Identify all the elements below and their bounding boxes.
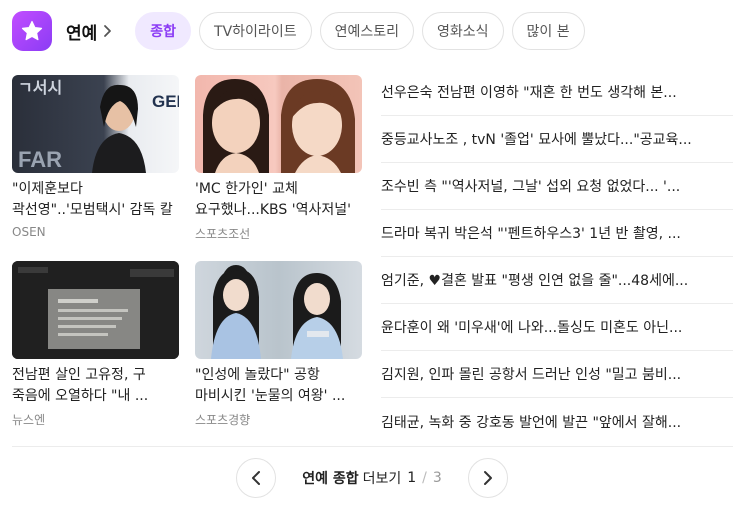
tab-label: 영화소식 [436, 24, 489, 40]
total-pages: 3 [432, 470, 442, 486]
svg-text:ㄱ서시: ㄱ서시 [18, 79, 62, 97]
news-card[interactable]: ㄱ서시 FAR GEN "이제훈보다 곽선영"..'모범택시' 감독 칼 갈고 … [12, 75, 179, 239]
tab-label: 많이 본 [526, 24, 570, 40]
tab-overview[interactable]: 종합 [135, 12, 192, 50]
headline-item[interactable]: 김지원, 인파 몰린 공항서 드러난 인성 "밀고 붐비... [381, 351, 733, 398]
headline-text: 드라마 복귀 박은석 "'펜트하우스3' 1년 반 촬영, ... [381, 226, 681, 242]
tab-label: TV하이라이트 [214, 24, 297, 40]
news-card[interactable]: 'MC 한가인' 교체 요구했나...KBS '역사저널' ... 스포츠조선 [195, 75, 362, 242]
news-thumbnail[interactable] [12, 261, 179, 359]
tab-most-viewed[interactable]: 많이 본 [511, 12, 585, 50]
headline-item[interactable]: 엄기준, ♥결혼 발표 "평생 인연 없을 줄"...48세에... [381, 257, 733, 304]
headline-text: 엄기준, ♥결혼 발표 "평생 인연 없을 줄"...48세에... [381, 273, 689, 289]
category-tabs: 종합 TV하이라이트 연예스토리 영화소식 많이 본 [135, 12, 585, 50]
news-press: 스포츠경향 [195, 413, 251, 427]
headline-text: 윤다훈이 왜 '미우새'에 나와...돌싱도 미혼도 아닌... [381, 320, 683, 336]
more-section-label: 연예 종합 [302, 471, 359, 487]
headline-list: 선우은숙 전남편 이영하 "재혼 한 번도 생각해 본... 중등교사노조 , … [381, 69, 733, 445]
section-header: 연예 종합 TV하이라이트 연예스토리 영화소식 많이 본 [12, 11, 736, 51]
headline-item[interactable]: 중등교사노조 , tvN '졸업' 묘사에 뿔났다..."공교육... [381, 116, 733, 163]
headline-text: 중등교사노조 , tvN '졸업' 묘사에 뿔났다..."공교육... [381, 132, 692, 148]
headline-text: 김태균, 녹화 중 강호동 발언에 발끈 "앞에서 잘해... [381, 414, 682, 431]
star-icon [21, 20, 43, 41]
divider [12, 446, 733, 447]
chevron-right-icon [483, 471, 492, 485]
news-card[interactable]: "인성에 놀랐다" 공항 마비시킨 '눈물의 여왕' ... 스포츠경향 [195, 261, 362, 428]
news-thumbnail[interactable]: ㄱ서시 FAR GEN [12, 75, 179, 173]
news-press: 스포츠조선 [195, 227, 251, 241]
headline-item[interactable]: 선우은숙 전남편 이영하 "재혼 한 번도 생각해 본... [381, 69, 733, 116]
section-title-link[interactable]: 연예 [66, 19, 112, 44]
tab-label: 연예스토리 [334, 24, 399, 40]
current-page: 1 [407, 470, 417, 486]
prev-page-button[interactable] [236, 458, 276, 498]
tab-label: 종합 [150, 24, 177, 40]
news-thumbnail[interactable] [195, 261, 362, 359]
news-thumbnail[interactable] [195, 75, 362, 173]
svg-text:FAR: FAR [18, 147, 62, 172]
headline-text: 김지원, 인파 몰린 공항서 드러난 인성 "밀고 붐비... [381, 367, 682, 383]
more-label: 더보기 [362, 471, 402, 487]
more-link[interactable]: 연예 종합 더보기 1 / 3 [302, 468, 442, 488]
tab-movie-news[interactable]: 영화소식 [421, 12, 504, 50]
page-separator: / [422, 470, 427, 486]
news-card-title[interactable]: 전남편 살인 고유정, 구 죽음에 오열하다 "내 ... [12, 365, 179, 407]
headline-item[interactable]: 윤다훈이 왜 '미우새'에 나와...돌싱도 미혼도 아닌... [381, 304, 733, 351]
tab-tv-highlights[interactable]: TV하이라이트 [199, 12, 312, 50]
headline-text: 선우은숙 전남편 이영하 "재혼 한 번도 생각해 본... [381, 85, 677, 101]
news-card-title[interactable]: "이제훈보다 곽선영"..'모범택시' 감독 칼 갈고 ... [12, 179, 179, 221]
news-press: OSEN [12, 225, 46, 239]
news-card-title[interactable]: 'MC 한가인' 교체 요구했나...KBS '역사저널' ... [195, 179, 362, 221]
headline-item[interactable]: 조수빈 측 "'역사저널, 그날' 섭외 요청 없었다... '... [381, 163, 733, 210]
svg-text:GEN: GEN [152, 92, 179, 111]
headline-text: 조수빈 측 "'역사저널, 그날' 섭외 요청 없었다... '... [381, 179, 681, 195]
chevron-right-icon [103, 24, 112, 38]
headline-item[interactable]: 드라마 복귀 박은석 "'펜트하우스3' 1년 반 촬영, ... [381, 210, 733, 257]
news-card-title[interactable]: "인성에 놀랐다" 공항 마비시킨 '눈물의 여왕' ... [195, 365, 362, 407]
tab-entertainment-story[interactable]: 연예스토리 [319, 12, 414, 50]
chevron-left-icon [252, 471, 260, 485]
headline-item[interactable]: 김태균, 녹화 중 강호동 발언에 발끈 "앞에서 잘해... [381, 398, 733, 445]
next-page-button[interactable] [467, 458, 508, 498]
pagination: 연예 종합 더보기 1 / 3 [236, 458, 508, 498]
section-title: 연예 [66, 23, 98, 44]
news-press: 뉴스엔 [12, 413, 46, 427]
star-logo-icon[interactable] [12, 11, 52, 51]
news-card[interactable]: 전남편 살인 고유정, 구 죽음에 오열하다 "내 ... 뉴스엔 [12, 261, 179, 428]
